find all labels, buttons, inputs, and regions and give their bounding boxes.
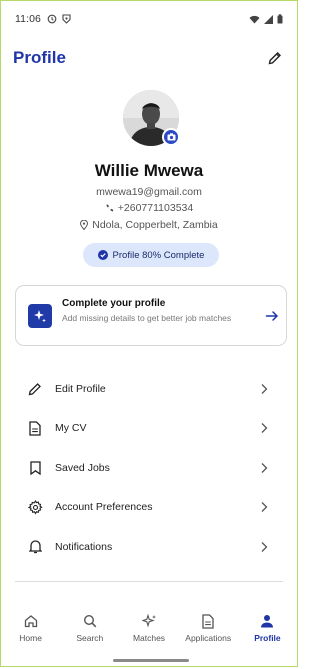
profile-phone: +260771103534 (1, 202, 297, 214)
arrow-right-icon[interactable] (264, 308, 280, 324)
document-icon (202, 613, 214, 629)
pencil-icon (28, 382, 41, 396)
pencil-icon (268, 52, 281, 65)
chevron-right-icon (261, 423, 268, 434)
nav-item-profile[interactable]: Profile (238, 613, 297, 653)
nav-item-search[interactable]: Search (60, 613, 119, 653)
nav-label: Home (19, 633, 42, 643)
sparkle-icon (141, 613, 156, 627)
home-icon (24, 615, 37, 628)
gear-icon (27, 499, 43, 515)
menu-item-label: My CV (55, 422, 87, 435)
page-title: Profile (13, 48, 66, 67)
completion-text: Profile 80% Complete (112, 249, 205, 261)
divider (15, 581, 283, 582)
chevron-right-icon (261, 502, 268, 513)
home-indicator (113, 659, 189, 662)
check-circle-icon (97, 250, 108, 260)
profile-email: mwewa19@gmail.com (96, 186, 202, 198)
nav-label: Profile (254, 633, 281, 643)
profile-completion-badge: Profile 80% Complete (83, 243, 219, 267)
phone-number: +260771103534 (117, 202, 194, 214)
shield-icon (62, 14, 71, 24)
phone-icon (106, 204, 113, 211)
nav-item-matches[interactable]: Matches (119, 613, 178, 653)
phone-screen: 11:06 Profile Willie Mwewa mwewa19@gmail… (0, 0, 298, 667)
bell-icon (28, 540, 42, 554)
chevron-right-icon (261, 462, 268, 473)
bookmark-icon (29, 461, 41, 475)
chevron-right-icon (261, 383, 268, 394)
profile-menu: Edit Profile My CV Saved Jobs Account Pr… (1, 369, 297, 567)
edit-profile-button[interactable] (265, 48, 285, 68)
menu-item-label: Account Preferences (55, 501, 153, 514)
sparkle-icon (28, 304, 52, 328)
menu-item-label: Notifications (55, 540, 113, 553)
wifi-icon (249, 15, 260, 23)
nav-item-applications[interactable]: Applications (179, 613, 238, 653)
person-icon (261, 615, 274, 628)
history-icon (47, 14, 57, 24)
location-text: Ndola, Copperbelt, Zambia (92, 219, 218, 231)
status-bar: 11:06 (15, 11, 283, 27)
battery-icon (277, 14, 283, 24)
nav-label: Matches (132, 633, 166, 643)
menu-item-label: Edit Profile (55, 382, 106, 395)
nav-item-home[interactable]: Home (1, 613, 60, 653)
app-header: Profile (13, 46, 285, 70)
menu-item-edit-profile[interactable]: Edit Profile (1, 369, 297, 409)
card-title: Complete your profile (62, 298, 166, 309)
bottom-navigation: Home Search Matches Applications Profile (1, 613, 297, 653)
profile-location: Ndola, Copperbelt, Zambia (1, 219, 297, 231)
document-icon (29, 421, 41, 436)
menu-item-notifications[interactable]: Notifications (1, 527, 297, 567)
chevron-right-icon (261, 541, 268, 552)
menu-item-saved-jobs[interactable]: Saved Jobs (1, 448, 297, 488)
nav-label: Applications (185, 633, 232, 643)
location-pin-icon (80, 220, 89, 230)
camera-icon (167, 133, 175, 141)
profile-name: Willie Mwewa (94, 161, 204, 180)
nav-label: Search (76, 633, 104, 643)
status-time: 11:06 (15, 13, 41, 25)
complete-profile-card[interactable]: Complete your profile Add missing detail… (15, 285, 287, 346)
menu-item-my-cv[interactable]: My CV (1, 409, 297, 449)
search-icon (83, 614, 97, 628)
menu-item-label: Saved Jobs (55, 461, 110, 474)
change-photo-button[interactable] (162, 128, 180, 146)
signal-icon (264, 14, 273, 24)
card-subtitle: Add missing details to get better job ma… (62, 313, 232, 323)
menu-item-account-preferences[interactable]: Account Preferences (1, 488, 297, 528)
